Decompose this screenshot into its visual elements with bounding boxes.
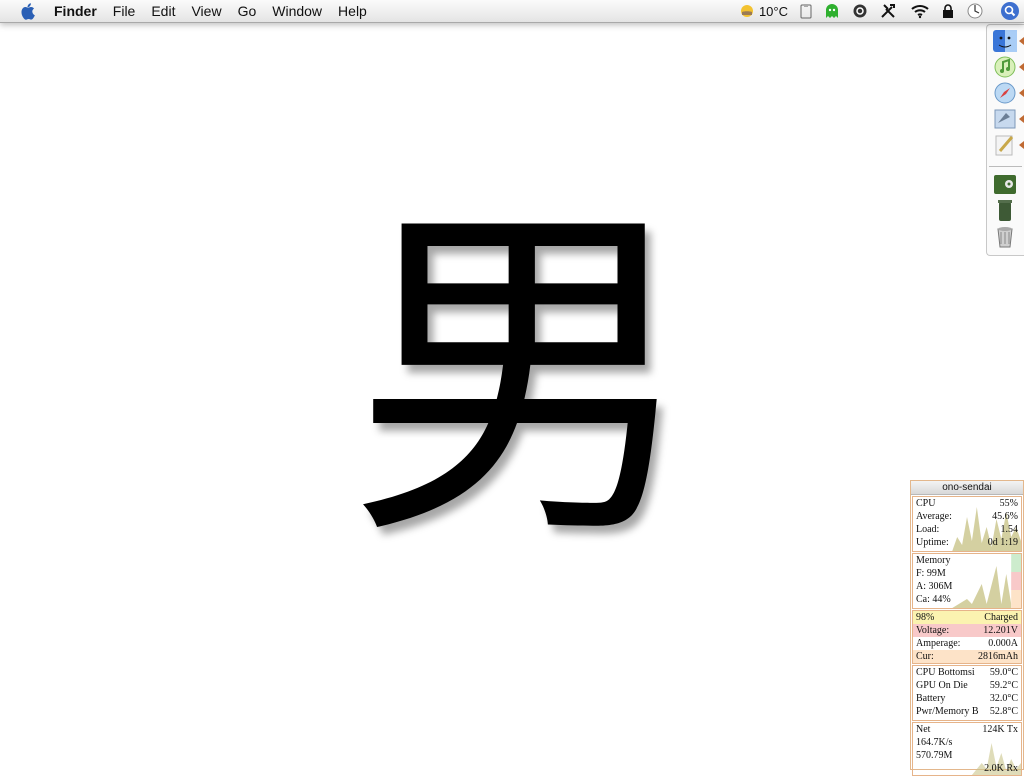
temp-value: 59.2°C <box>989 680 1018 691</box>
wifi-icon[interactable] <box>910 0 930 22</box>
amperage-label: Amperage: <box>916 638 961 649</box>
temp-row-battery: Battery 32.0°C <box>913 692 1021 705</box>
itunes-running-indicator <box>1019 63 1024 71</box>
finder-running-indicator <box>1019 37 1024 45</box>
memory-free-row: F: 99M <box>913 567 1021 580</box>
temp-row-cpu: CPU Bottomsi 59.0°C <box>913 666 1021 679</box>
menu-bar-left: Finder File Edit View Go Window Help <box>0 0 375 22</box>
capacity-label: Cur: <box>916 651 934 662</box>
menu-go[interactable]: Go <box>230 0 265 22</box>
kanji-glyph: 男 <box>348 174 698 582</box>
weather-menu[interactable]: 10°C <box>739 0 788 22</box>
menu-window[interactable]: Window <box>264 0 330 22</box>
ghost-icon[interactable] <box>824 0 840 22</box>
capacity-row: Cur: 2816mAh <box>913 650 1021 663</box>
system-monitor: ono-sendai CPU 55% Average: 45.6% Load: 1.5… <box>910 480 1024 776</box>
battery-status: Charged <box>984 612 1018 623</box>
temperature-readout: 10°C <box>758 3 788 19</box>
cpu-label: CPU <box>916 498 936 509</box>
temp-row-gpu: GPU On Die 59.2°C <box>913 679 1021 692</box>
cpu-uptime-row: Uptime: 0d 1:19 <box>913 536 1021 549</box>
temp-label: Battery <box>916 693 946 704</box>
cpu-value: 55% <box>999 498 1018 509</box>
temp-label: CPU Bottomsi <box>916 667 975 678</box>
garage-icon[interactable] <box>992 172 1018 196</box>
menu-bar-extras: 10°C <box>739 0 1024 22</box>
textedit-icon[interactable] <box>992 133 1018 157</box>
net-total-row: 570.79M <box>913 749 1021 762</box>
amperage-row: Amperage: 0.000A <box>913 637 1021 650</box>
temp-value: 32.0°C <box>989 693 1018 704</box>
temp-row-memory: Pwr/Memory B 52.8°C <box>913 705 1021 718</box>
trash-bin-icon[interactable] <box>992 198 1018 222</box>
menu-help[interactable]: Help <box>330 0 375 22</box>
cpu-average-value: 45.6% <box>992 511 1018 522</box>
temp-value: 52.8°C <box>989 706 1018 717</box>
menu-bar: Finder File Edit View Go Window Help 10°… <box>0 0 1024 23</box>
battery-row: 98% Charged <box>913 611 1021 624</box>
capacity-value: 2816mAh <box>978 651 1018 662</box>
cpu-average-label: Average: <box>916 511 952 522</box>
voltage-value: 12.201V <box>983 625 1018 636</box>
cpu-row: CPU 55% <box>913 497 1021 510</box>
net-total: 570.79M <box>916 750 953 761</box>
memory-cache-row: Ca: 44% <box>913 593 1021 606</box>
menu-view[interactable]: View <box>183 0 229 22</box>
finder-icon[interactable] <box>992 29 1018 53</box>
apple-icon[interactable] <box>18 2 36 20</box>
memory-section: Memory F: 99M A: 306M Ca: 44% <box>912 553 1022 609</box>
cpu-load-row: Load: 1.54 <box>913 523 1021 536</box>
voltage-label: Voltage: <box>916 625 950 636</box>
memory-row: Memory <box>913 554 1021 567</box>
dock-separator <box>989 166 1022 167</box>
temperature-section: CPU Bottomsi 59.0°C GPU On Die 59.2°C Batt… <box>912 665 1022 721</box>
safari-running-indicator <box>1019 89 1024 97</box>
lock-icon[interactable] <box>942 0 954 22</box>
menu-edit[interactable]: Edit <box>143 0 183 22</box>
net-label: Net <box>916 724 931 735</box>
textedit-running-indicator <box>1019 141 1024 149</box>
clock-icon[interactable] <box>966 0 984 22</box>
voltage-row: Voltage: 12.201V <box>913 624 1021 637</box>
memory-cache: Ca: 44% <box>916 594 951 605</box>
mail-icon[interactable] <box>992 107 1018 131</box>
amperage-value: 0.000A <box>988 638 1018 649</box>
spotlight-button[interactable] <box>996 0 1024 22</box>
sync-icon[interactable] <box>852 0 868 22</box>
memory-label: Memory <box>916 555 951 566</box>
net-rate: 164.7K/s <box>916 737 953 748</box>
mail-running-indicator <box>1019 115 1024 123</box>
cpu-average-row: Average: 45.6% <box>913 510 1021 523</box>
clipboard-icon[interactable] <box>800 0 812 22</box>
tools-icon[interactable] <box>880 0 898 22</box>
dock <box>986 24 1024 256</box>
net-rx-row: 2.0K Rx <box>913 762 1021 775</box>
memory-active-row: A: 306M <box>913 580 1021 593</box>
memory-free: F: 99M <box>916 568 946 579</box>
cpu-section: CPU 55% Average: 45.6% Load: 1.54 Uptime: 0d… <box>912 496 1022 552</box>
weather-icon <box>740 5 753 17</box>
memory-active: A: 306M <box>916 581 953 592</box>
net-rate-row: 164.7K/s <box>913 736 1021 749</box>
monitor-host: ono-sendai <box>911 481 1023 495</box>
net-row: Net 124K Tx <box>913 723 1021 736</box>
temp-value: 59.0°C <box>989 667 1018 678</box>
battery-section: 98% Charged Voltage: 12.201V Amperage: 0.00… <box>912 610 1022 664</box>
cpu-load-label: Load: <box>916 524 940 535</box>
temp-label: Pwr/Memory B <box>916 706 979 717</box>
net-rx: 2.0K Rx <box>984 763 1018 774</box>
menu-finder[interactable]: Finder <box>54 0 105 22</box>
spotlight-icon <box>1001 2 1019 20</box>
menu-file[interactable]: File <box>105 0 144 22</box>
itunes-icon[interactable] <box>992 55 1018 79</box>
cpu-uptime-label: Uptime: <box>916 537 949 548</box>
safari-icon[interactable] <box>992 81 1018 105</box>
trash-can-icon[interactable] <box>992 224 1018 248</box>
net-tx: 124K Tx <box>982 724 1018 735</box>
cpu-uptime-value: 0d 1:19 <box>987 537 1018 548</box>
temp-label: GPU On Die <box>916 680 968 691</box>
cpu-load-value: 1.54 <box>1000 524 1019 535</box>
battery-percent: 98% <box>916 612 935 623</box>
